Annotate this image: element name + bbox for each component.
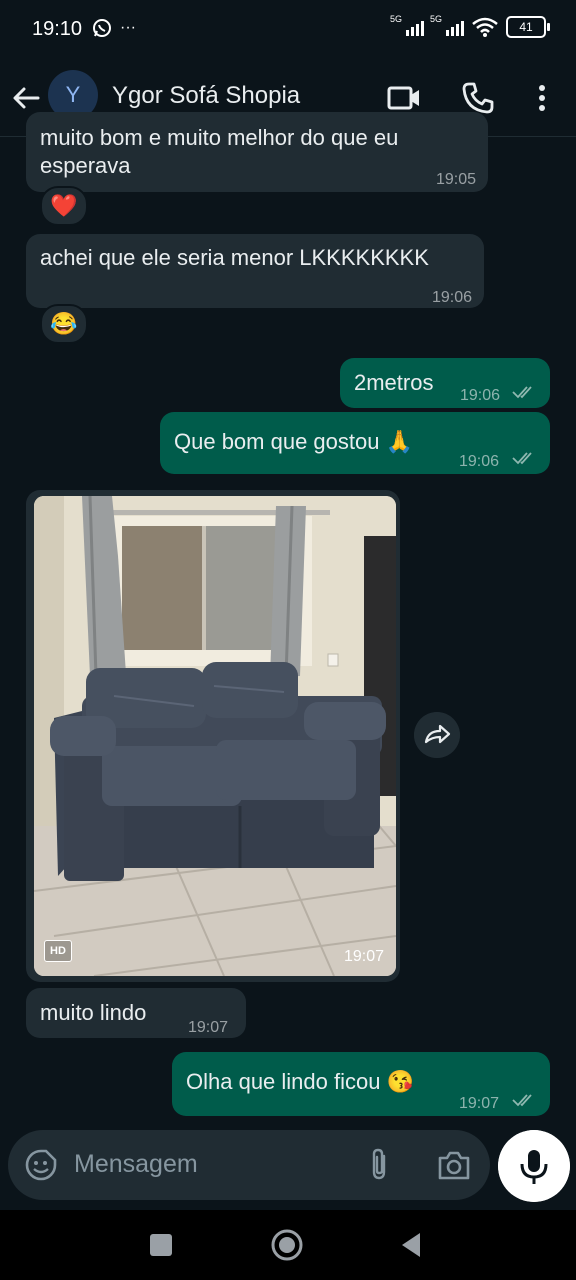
message-outgoing[interactable]: Olha que lindo ficou 😘 19:07	[172, 1052, 550, 1116]
voice-call-icon[interactable]	[460, 80, 496, 116]
more-notifications-icon: ···	[120, 19, 136, 36]
message-input[interactable]: Mensagem	[74, 1150, 198, 1179]
wifi-icon	[472, 17, 498, 37]
signal-2-icon: 5G	[430, 14, 464, 36]
message-text: muito lindo	[40, 1000, 147, 1025]
back-arrow-icon[interactable]	[10, 82, 42, 114]
video-call-icon[interactable]	[386, 80, 422, 116]
sofa-photo[interactable]: HD 19:07	[34, 496, 396, 976]
contact-name[interactable]: Ygor Sofá Shopia	[112, 82, 300, 110]
message-time: 19:05	[435, 171, 476, 188]
read-ticks-icon	[512, 452, 532, 465]
whatsapp-notification-icon	[93, 19, 111, 37]
message-composer: Mensagem	[8, 1130, 490, 1200]
system-nav-bar	[0, 1210, 576, 1280]
microphone-button[interactable]	[498, 1130, 570, 1202]
sofa-photo-illustration	[34, 496, 396, 976]
sticker-emoji-icon[interactable]	[24, 1148, 58, 1182]
status-time: 19:10	[32, 18, 83, 40]
reaction-laugh[interactable]: 😂	[40, 304, 88, 344]
message-incoming[interactable]: achei que ele seria menor LKKKKKKKK 19:0…	[26, 234, 484, 308]
image-time: 19:07	[343, 948, 384, 965]
signal-1-icon: 5G	[390, 14, 424, 36]
message-time: 19:06	[459, 453, 500, 470]
more-options-icon[interactable]	[524, 80, 560, 116]
message-text: 2metros	[354, 370, 434, 395]
message-text: achei que ele seria menor LKKKKKKKK	[40, 245, 429, 270]
reaction-heart[interactable]: ❤️	[40, 186, 88, 226]
message-time: 19:07	[188, 1019, 229, 1036]
battery-icon: 41	[506, 16, 550, 38]
forward-icon[interactable]	[414, 712, 460, 758]
hd-badge: HD	[44, 940, 72, 962]
message-time: 19:06	[460, 387, 501, 404]
camera-icon[interactable]	[436, 1148, 472, 1182]
message-text: esperava	[40, 153, 131, 178]
message-outgoing[interactable]: 2metros 19:06	[340, 358, 550, 408]
recents-icon[interactable]	[148, 1232, 174, 1258]
status-bar: 19:10 ··· 5G 5G 41	[0, 0, 576, 60]
message-incoming[interactable]: muito lindo 19:07	[26, 988, 246, 1038]
message-outgoing[interactable]: Que bom que gostou 🙏 19:06	[160, 412, 550, 474]
attach-icon[interactable]	[364, 1146, 394, 1182]
home-icon[interactable]	[270, 1228, 304, 1262]
message-text: muito bom e muito melhor do que eu	[40, 125, 399, 150]
message-time: 19:06	[431, 289, 472, 306]
back-nav-icon[interactable]	[398, 1230, 424, 1260]
message-image[interactable]: HD 19:07	[26, 490, 400, 982]
message-incoming[interactable]: muito bom e muito melhor do que eu esper…	[26, 112, 488, 192]
message-time: 19:07	[459, 1095, 500, 1112]
read-ticks-icon	[512, 1094, 532, 1107]
message-text: Olha que lindo ficou 😘	[186, 1069, 414, 1094]
read-ticks-icon	[512, 386, 532, 399]
message-text: Que bom que gostou 🙏	[174, 429, 413, 454]
